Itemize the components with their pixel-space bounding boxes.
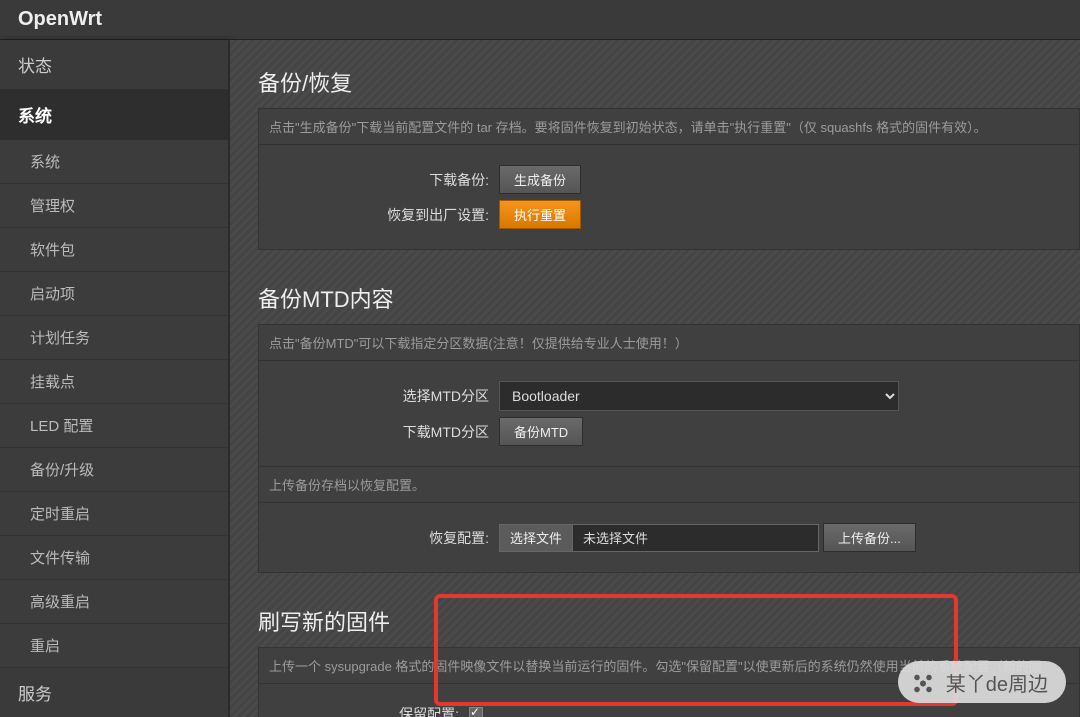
- nav-cat-status[interactable]: 状态: [0, 40, 228, 90]
- nav-item-cron[interactable]: 计划任务: [0, 316, 228, 360]
- watermark-text: 某丫de周边: [946, 668, 1048, 697]
- section-flash-title: 刷写新的固件: [258, 597, 1080, 647]
- brand-title: OpenWrt: [18, 8, 102, 31]
- section-backup: 备份/恢复 点击"生成备份"下载当前配置文件的 tar 存档。要将固件恢复到初始…: [258, 58, 1080, 250]
- content: 备份/恢复 点击"生成备份"下载当前配置文件的 tar 存档。要将固件恢复到初始…: [230, 40, 1080, 717]
- nav-item-software[interactable]: 软件包: [0, 228, 228, 272]
- nav-cat-system[interactable]: 系统: [0, 90, 228, 140]
- backup-download-label: 下载备份:: [269, 170, 499, 190]
- backup-reset-label: 恢复到出厂设置:: [269, 205, 499, 225]
- nav-item-advreboot[interactable]: 高级重启: [0, 580, 228, 624]
- sidebar: 状态 系统 系统 管理权 软件包 启动项 计划任务 挂载点 LED 配置 备份/…: [0, 40, 230, 717]
- nav-item-admin[interactable]: 管理权: [0, 184, 228, 228]
- restore-choose-file-button[interactable]: 选择文件: [500, 525, 573, 551]
- mtd-download-label: 下载MTD分区: [269, 422, 499, 442]
- mtd-select-label: 选择MTD分区: [269, 386, 499, 406]
- upload-backup-button[interactable]: 上传备份...: [823, 523, 916, 552]
- nav-item-flashops[interactable]: 备份/升级: [0, 448, 228, 492]
- section-backup-title: 备份/恢复: [258, 58, 1080, 108]
- nav-item-startup[interactable]: 启动项: [0, 272, 228, 316]
- flash-keep-label: 保留配置:: [269, 704, 469, 717]
- section-mtd: 备份MTD内容 点击"备份MTD"可以下载指定分区数据(注意！仅提供给专业人士使…: [258, 274, 1080, 573]
- restore-file-name: 未选择文件: [573, 525, 818, 551]
- keep-settings-checkbox[interactable]: [469, 707, 483, 717]
- factory-reset-button[interactable]: 执行重置: [499, 200, 581, 229]
- nav-item-schedreboot[interactable]: 定时重启: [0, 492, 228, 536]
- backup-mtd-button[interactable]: 备份MTD: [499, 417, 583, 446]
- nav-item-leds[interactable]: LED 配置: [0, 404, 228, 448]
- mtd-partition-select[interactable]: Bootloader: [499, 381, 899, 411]
- section-mtd-title: 备份MTD内容: [258, 274, 1080, 324]
- section-mtd-restore-desc: 上传备份存档以恢复配置。: [258, 466, 1080, 502]
- mtd-restore-label: 恢复配置:: [269, 528, 499, 548]
- generate-backup-button[interactable]: 生成备份: [499, 165, 581, 194]
- nav-cat-services[interactable]: 服务: [0, 668, 228, 717]
- watermark-badge: 某丫de周边: [898, 661, 1066, 703]
- section-mtd-desc: 点击"备份MTD"可以下载指定分区数据(注意！仅提供给专业人士使用！）: [258, 324, 1080, 360]
- topbar: OpenWrt: [0, 0, 1080, 40]
- wechat-icon: [908, 667, 938, 697]
- nav-item-mounts[interactable]: 挂载点: [0, 360, 228, 404]
- nav-item-system[interactable]: 系统: [0, 140, 228, 184]
- nav-item-filetrans[interactable]: 文件传输: [0, 536, 228, 580]
- restore-file-picker[interactable]: 选择文件 未选择文件: [499, 524, 819, 552]
- nav-item-reboot[interactable]: 重启: [0, 624, 228, 668]
- section-backup-desc: 点击"生成备份"下载当前配置文件的 tar 存档。要将固件恢复到初始状态，请单击…: [258, 108, 1080, 144]
